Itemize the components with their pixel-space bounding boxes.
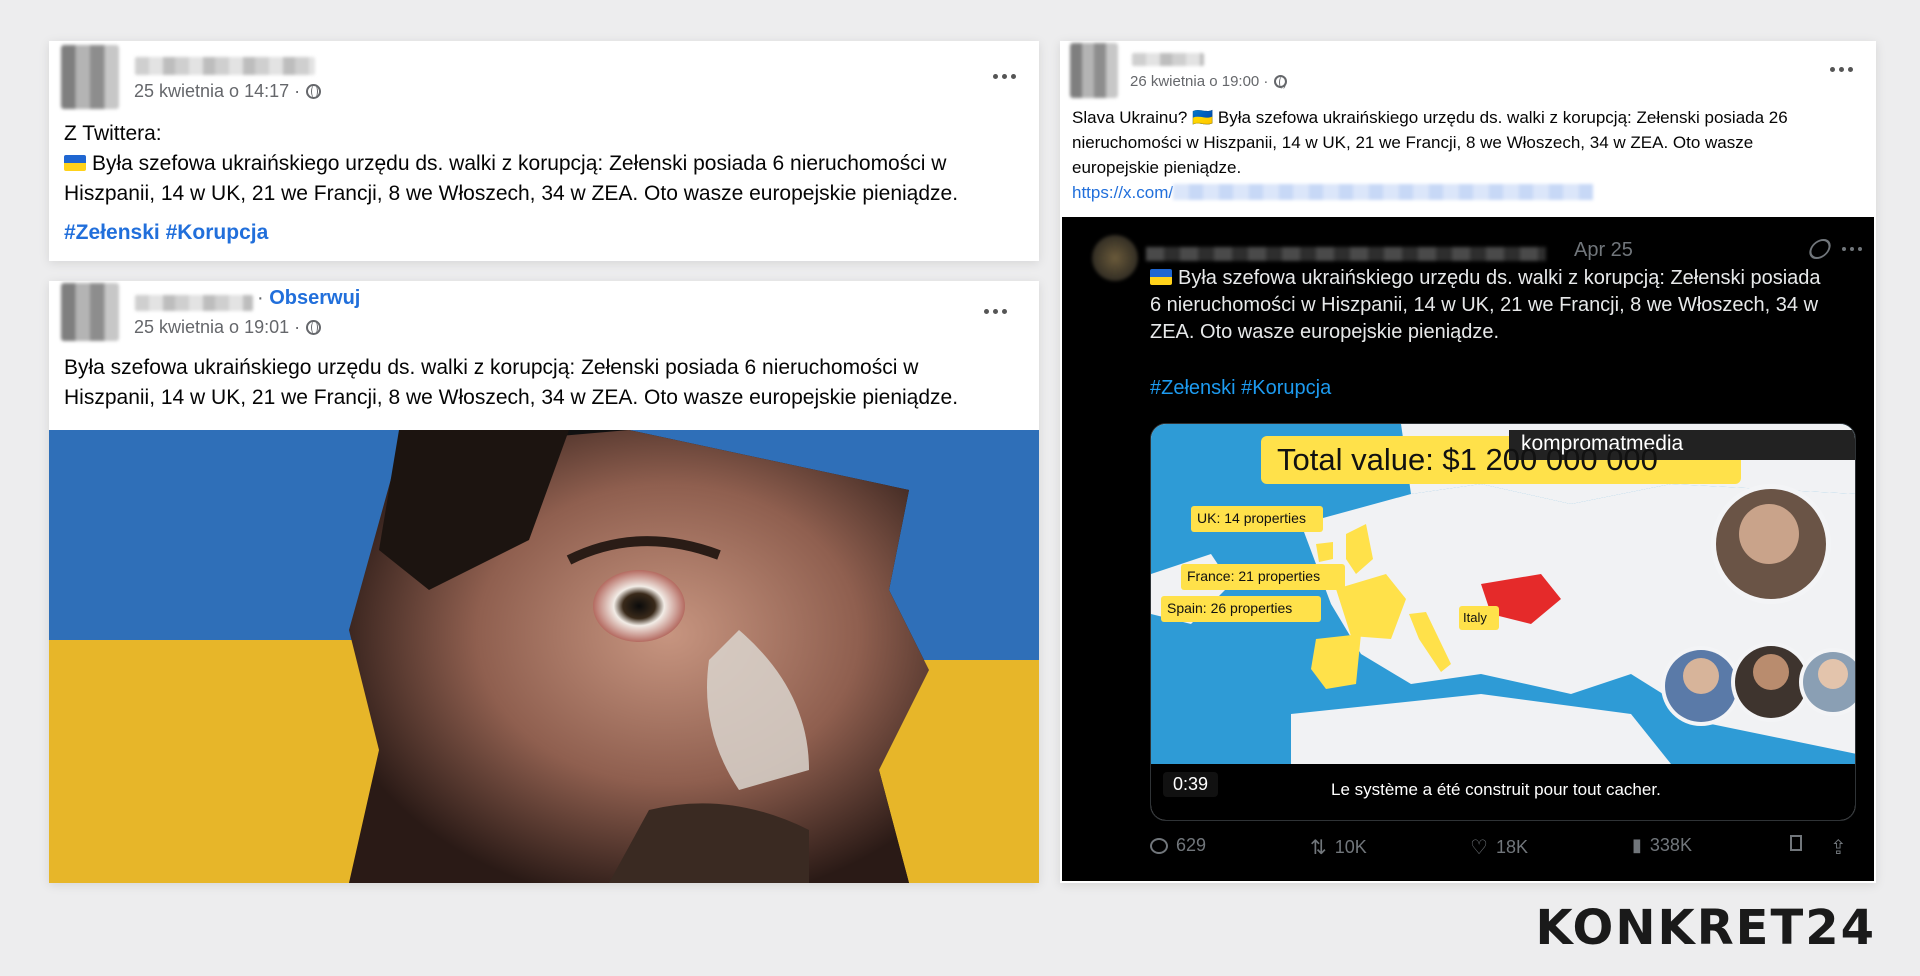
follow-button[interactable]: Obserwuj	[269, 287, 360, 309]
ukraine-flag-icon	[1150, 269, 1172, 285]
post-timestamp[interactable]: 25 kwietnia o 14:17 ·	[134, 81, 300, 102]
x-more-button[interactable]	[1842, 247, 1862, 251]
post-timestamp[interactable]: 26 kwietnia o 19:00 ·	[1130, 73, 1268, 90]
post-line: Hiszpanii, 14 w UK, 21 we Francji, 8 we …	[64, 386, 959, 409]
post-line-text: Była szefowa ukraińskiego urzędu ds. wal…	[1178, 267, 1821, 289]
post-link[interactable]: https://x.com/	[1072, 180, 1862, 205]
author-name-redacted[interactable]	[1132, 53, 1204, 66]
brand-logo: KONKRET24	[1535, 900, 1876, 956]
italy-label: Italy	[1463, 610, 1487, 625]
x-avatar[interactable]	[1092, 235, 1138, 281]
post-line: Była szefowa ukraińskiego urzędu ds. wal…	[64, 149, 1024, 179]
share-button[interactable]: ⇪	[1830, 835, 1847, 860]
video-frame-map	[1151, 424, 1855, 820]
post-image[interactable]	[49, 430, 1039, 883]
views-button[interactable]: ▮ 338K	[1632, 835, 1692, 856]
like-button[interactable]: ♡ 18K	[1470, 835, 1528, 860]
repost-button[interactable]: ⇅ 10K	[1310, 835, 1367, 860]
views-count: 338K	[1649, 835, 1692, 855]
post-line: Hiszpanii, 14 w UK, 21 we Francji, 8 we …	[64, 182, 959, 205]
more-options-button[interactable]	[1830, 67, 1853, 72]
post-line: Była szefowa ukraińskiego urzędu ds. wal…	[1150, 265, 1850, 292]
like-count: 18K	[1495, 837, 1528, 857]
facebook-post-2: · Obserwuj 25 kwietnia o 19:01 · Była sz…	[49, 281, 1039, 883]
share-icon: ⇪	[1830, 837, 1847, 859]
bookmark-button[interactable]	[1790, 835, 1802, 851]
follow-area: · Obserwuj	[257, 287, 360, 310]
video-time: 0:39	[1163, 772, 1219, 797]
post-date[interactable]: 25 kwietnia o 14:17 ·	[134, 81, 322, 102]
link-text[interactable]: https://x.com/	[1072, 183, 1173, 202]
hashtags: #Zełenski #Korupcja	[64, 221, 268, 245]
post-line: 6 nieruchomości w Hiszpanii, 14 w UK, 21…	[1150, 294, 1819, 316]
video-subtitle: Le système a été construit pour tout cac…	[1331, 780, 1661, 799]
repost-count: 10K	[1334, 837, 1367, 857]
globe-icon	[306, 320, 322, 335]
ukraine-flag-icon	[64, 155, 86, 171]
post-body: Slava Ukrainu? 🇺🇦 Była szefowa ukraiński…	[1072, 105, 1862, 205]
hashtag-korupcja[interactable]: #Korupcja	[166, 221, 269, 244]
heart-icon: ♡	[1470, 837, 1488, 859]
post-line: Z Twittera:	[64, 122, 162, 145]
avatar[interactable]	[1070, 43, 1118, 98]
reply-button[interactable]: 629	[1150, 835, 1206, 856]
bookmark-icon	[1790, 835, 1802, 851]
grok-icon[interactable]	[1806, 239, 1834, 259]
x-author-redacted[interactable]	[1146, 247, 1546, 261]
post-date[interactable]: 25 kwietnia o 19:01 ·	[134, 317, 322, 338]
post-body: Z Twittera: Była szefowa ukraińskiego ur…	[64, 119, 1024, 209]
repost-icon: ⇅	[1310, 837, 1327, 859]
more-options-button[interactable]	[993, 74, 1016, 79]
post-line: ZEA. Oto wasze europejskie pieniądze.	[1150, 321, 1500, 343]
more-options-button[interactable]	[984, 309, 1007, 314]
hashtag-zelenski[interactable]: #Zełenski	[64, 221, 160, 244]
uk-label: UK: 14 properties	[1197, 510, 1306, 526]
separator: ·	[257, 287, 264, 309]
reply-icon	[1150, 837, 1168, 854]
video-player[interactable]: kompromatmedia Total value: $1 200 000 0…	[1150, 423, 1856, 821]
post-timestamp[interactable]: 25 kwietnia o 19:01 ·	[134, 317, 300, 338]
author-name-redacted[interactable]	[135, 57, 315, 75]
globe-icon	[306, 84, 322, 99]
x-post-body: Była szefowa ukraińskiego urzędu ds. wal…	[1150, 265, 1850, 346]
views-icon: ▮	[1632, 835, 1642, 855]
post-line: nieruchomości w Hiszpanii, 14 w UK, 21 w…	[1072, 133, 1754, 152]
post-line-text: Była szefowa ukraińskiego urzędu ds. wal…	[92, 152, 947, 175]
globe-icon	[1274, 75, 1288, 89]
post-body: Była szefowa ukraińskiego urzędu ds. wal…	[64, 353, 1024, 413]
video-headline: Total value: $1 200 000 000	[1277, 442, 1658, 477]
post-line: Była szefowa ukraińskiego urzędu ds. wal…	[64, 356, 919, 379]
link-redacted	[1173, 184, 1594, 200]
post-date[interactable]: 26 kwietnia o 19:00 ·	[1130, 73, 1288, 90]
spain-label: Spain: 26 properties	[1167, 600, 1293, 616]
avatar[interactable]	[61, 45, 119, 109]
x-hashtags[interactable]: #Zełenski #Korupcja	[1150, 377, 1331, 400]
post-line: Slava Ukrainu? 🇺🇦 Była szefowa ukraiński…	[1072, 108, 1788, 127]
facebook-post-1: 25 kwietnia o 14:17 · Z Twittera: Była s…	[49, 41, 1039, 261]
reply-count: 629	[1176, 835, 1207, 855]
x-action-bar: 629 ⇅ 10K ♡ 18K ▮ 338K ⇪	[1150, 835, 1856, 869]
avatar[interactable]	[61, 283, 119, 341]
post-line: europejskie pieniądze.	[1072, 158, 1242, 177]
author-name-redacted[interactable]	[135, 295, 253, 311]
x-post-date[interactable]: Apr 25	[1574, 239, 1633, 262]
france-label: France: 21 properties	[1187, 568, 1321, 584]
x-embed-post: Apr 25 Była szefowa ukraińskiego urzędu …	[1062, 217, 1874, 881]
